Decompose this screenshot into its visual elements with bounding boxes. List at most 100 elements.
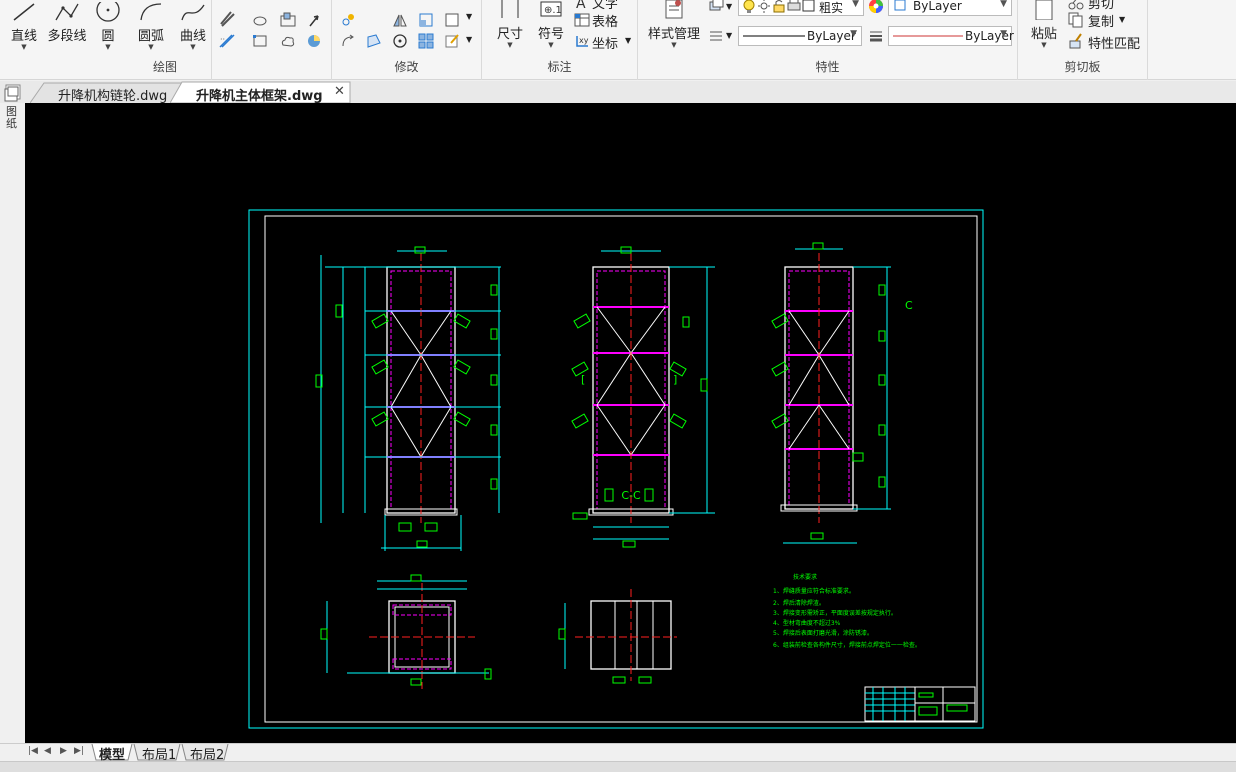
style-manager-icon [665, 0, 683, 19]
arc-button[interactable]: 圆弧 ▼ [132, 2, 170, 51]
layer-props-arrow[interactable]: ▼ [726, 2, 732, 11]
properties-group: 样式管理 ▼ ▼ 粗实 ▼ ByLayer ▼ ▼ ByLayer ▼ ByLa… [638, 0, 1018, 80]
printer-icon [787, 0, 801, 11]
technical-notes: 技术要求 1、焊缝质量应符合标准要求。 2、焊后清除焊渣。 3、焊接变形需矫正，… [773, 573, 921, 649]
text-icon[interactable]: A [574, 0, 590, 10]
linetype-icon[interactable] [708, 28, 724, 44]
notes-title: 技术要求 [793, 573, 817, 581]
color-dropdown[interactable]: ByLayer ▼ [888, 0, 1012, 16]
top-view [320, 574, 492, 689]
copy-label[interactable]: 复制 [1088, 11, 1114, 30]
coord-label[interactable]: 坐标 [592, 33, 618, 52]
rotate-icon[interactable] [340, 33, 356, 49]
linetype-arrow[interactable]: ▼ [726, 31, 732, 40]
side-panel[interactable]: 图纸 [0, 86, 24, 146]
pointer-icon[interactable] [306, 12, 322, 28]
lineweight-dropdown[interactable]: ByLayer ▼ [888, 26, 1014, 46]
front-view [315, 246, 501, 551]
curve-icon [181, 4, 205, 21]
symbol-icon: ⊕.1 [540, 1, 562, 17]
nav-prev-icon[interactable]: ◀ [44, 746, 51, 756]
dimension-icon [501, 0, 519, 18]
nav-next-icon[interactable]: ▶ [60, 746, 67, 756]
mirror-icon[interactable] [392, 12, 408, 28]
coord-icon[interactable]: xy [574, 33, 590, 49]
dimension-button[interactable]: 尺寸 ▼ [490, 0, 530, 49]
wipeout-icon[interactable] [306, 33, 322, 49]
scale-icon[interactable] [418, 12, 434, 28]
note-2: 2、焊后清除焊渣。 [773, 599, 825, 607]
lightbulb-icon [743, 0, 755, 13]
trim-icon[interactable] [392, 33, 408, 49]
edit-dropdown-arrow[interactable]: ▼ [466, 35, 472, 44]
linetype-dropdown[interactable]: ByLayer ▼ [738, 26, 862, 46]
table-icon[interactable] [574, 12, 590, 28]
table-label[interactable]: 表格 [592, 11, 618, 30]
offset-dropdown-arrow[interactable]: ▼ [466, 12, 472, 21]
xline-icon[interactable]: ·· [220, 33, 236, 49]
note-1: 1、焊缝质量应符合标准要求。 [773, 587, 855, 595]
layout-tab-1[interactable]: 布局1 [142, 744, 176, 763]
drawing-canvas[interactable]: C-C [ ] C 技术要求 1、焊缝质量应符合标准要求。 2、焊后清除焊渣。 … [25, 103, 1236, 743]
cloud-icon[interactable] [280, 33, 296, 49]
rectangle-icon[interactable] [252, 33, 268, 49]
line-tool-icon[interactable] [220, 12, 236, 28]
cad-drawing[interactable]: C-C [ ] C 技术要求 1、焊缝质量应符合标准要求。 2、焊后清除焊渣。 … [25, 103, 1236, 743]
file-tab-bar: 升降机构链轮.dwg 升降机主体框架.dwg ✕ [0, 81, 1236, 104]
copy-icon[interactable] [1068, 12, 1084, 28]
layout-tab-model[interactable]: 模型 [99, 744, 125, 763]
status-bar [0, 761, 1236, 772]
tab-file-chain[interactable]: 升降机构链轮.dwg [58, 83, 167, 104]
clipboard-group-label: 剪切板 [1064, 60, 1101, 74]
curve-button[interactable]: 曲线 ▼ [174, 2, 212, 51]
edit-icon[interactable] [444, 33, 460, 49]
cut-icon[interactable] [1068, 0, 1084, 10]
match-props-icon[interactable] [1068, 33, 1084, 49]
paste-icon [1035, 0, 1053, 20]
nav-last-icon[interactable]: ▶| [74, 746, 84, 756]
line-button[interactable]: 直线 ▼ [6, 2, 42, 51]
region-icon[interactable] [280, 12, 296, 28]
circle-button[interactable]: 圆 ▼ [92, 2, 124, 51]
tab-close-icon[interactable]: ✕ [334, 84, 345, 99]
polyline-icon [55, 3, 79, 21]
properties-group-label: 特性 [815, 60, 840, 74]
array-icon[interactable] [418, 33, 434, 49]
polyline-label: 多段线 [47, 29, 87, 44]
view-label: C [905, 299, 913, 312]
color-value: ByLayer [913, 0, 962, 13]
layout-tab-2[interactable]: 布局2 [190, 744, 224, 763]
arc-icon [140, 3, 162, 21]
tab-file-frame[interactable]: 升降机主体框架.dwg [196, 83, 323, 104]
layer-dropdown[interactable]: 粗实 ▼ [738, 0, 864, 16]
coord-dropdown-arrow[interactable]: ▼ [625, 36, 631, 45]
paste-button[interactable]: 粘贴 ▼ [1026, 0, 1062, 49]
copy-dropdown-arrow[interactable]: ▼ [1119, 15, 1125, 24]
offset-icon[interactable] [444, 12, 460, 28]
line-icon [13, 3, 35, 21]
layer-props-icon[interactable] [708, 0, 724, 14]
svg-text:]: ] [673, 373, 677, 386]
style-manager-label: 样式管理 [647, 27, 700, 42]
match-props-label[interactable]: 特性匹配 [1088, 33, 1140, 52]
bottom-view [558, 589, 677, 684]
symbol-button[interactable]: ⊕.1 符号 ▼ [532, 0, 570, 49]
move-icon[interactable] [340, 12, 356, 28]
color-square-icon [802, 0, 815, 12]
stretch-icon[interactable] [366, 33, 382, 49]
nav-first-icon[interactable]: |◀ [28, 746, 38, 756]
curve-label: 曲线 [179, 29, 206, 44]
style-manager-button[interactable]: 样式管理 ▼ [642, 0, 706, 49]
note-5: 5、焊接后表面打磨光滑，涂防锈漆。 [773, 629, 873, 637]
note-6: 6、组装前检查各构件尺寸，焊接前点焊定位一一检查。 [773, 641, 921, 649]
circle-label: 圆 [101, 29, 115, 44]
polyline-button[interactable]: 多段线 [44, 2, 90, 44]
annotate-group-label: 标注 [547, 60, 572, 74]
side-view: C [771, 242, 913, 544]
color-wheel-icon[interactable] [868, 0, 884, 14]
sheet-border [248, 209, 984, 729]
dimension-label: 尺寸 [496, 27, 523, 42]
ellipse-icon[interactable] [252, 12, 268, 28]
draw-group: 直线 ▼ 多段线 圆 ▼ 圆弧 ▼ 曲线 ▼ 绘图 [0, 0, 233, 80]
lineweight-icon[interactable] [868, 28, 884, 44]
